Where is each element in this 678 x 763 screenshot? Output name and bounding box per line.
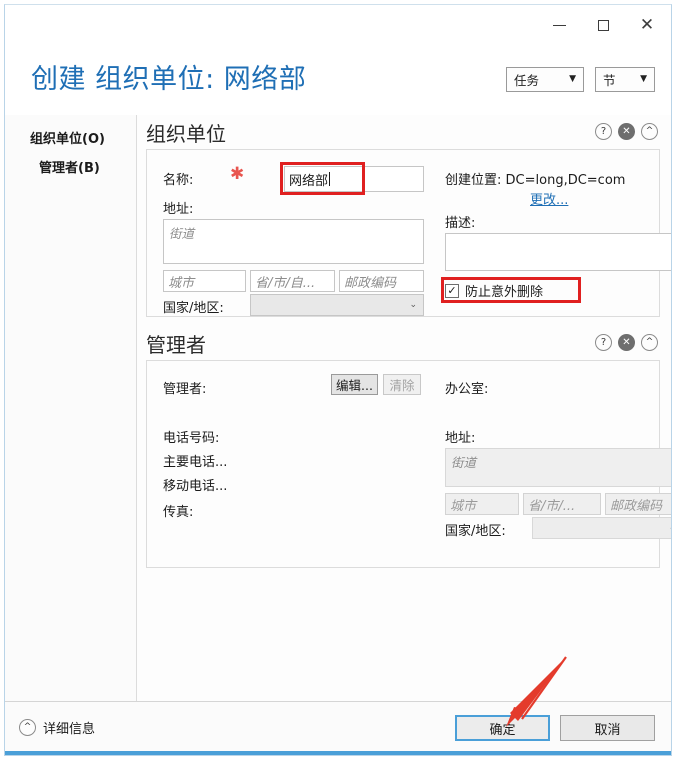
street-placeholder: 街道	[169, 226, 195, 241]
collapse-details-icon: ^	[19, 719, 36, 736]
sections-label: 节	[603, 73, 616, 88]
manager-country-select: ⌄	[532, 517, 671, 539]
manager-zip-placeholder: 邮政编码	[610, 498, 663, 514]
address-label: 地址:	[163, 202, 194, 217]
protect-deletion-checkbox[interactable]: ✓ 防止意外删除	[445, 281, 543, 300]
section-icons: ? ✕ ^	[595, 123, 658, 140]
manager-address-label: 地址:	[445, 431, 476, 446]
name-label: 名称:	[163, 173, 194, 188]
collapse-section-icon[interactable]: ^	[641, 123, 658, 140]
country-label: 国家/地区:	[163, 301, 224, 316]
page-title: 创建 组织单位: 网络部	[31, 64, 307, 95]
collapse-section-icon[interactable]: ^	[641, 334, 658, 351]
close-section-icon[interactable]: ✕	[618, 334, 635, 351]
create-in-row: 创建位置: DC=long,DC=com	[445, 169, 625, 188]
section-title: 组织单位	[146, 121, 226, 146]
dialog-footer: ^ 详细信息 确定 取消	[5, 701, 671, 755]
text-cursor	[329, 172, 331, 186]
section-icons: ? ✕ ^	[595, 334, 658, 351]
help-icon[interactable]: ?	[595, 334, 612, 351]
office-label: 办公室:	[445, 382, 489, 397]
state-placeholder: 省/市/自...	[255, 275, 316, 291]
nav-sidebar: 组织单位(O) 管理者(B)	[5, 115, 137, 702]
ok-button[interactable]: 确定	[455, 715, 550, 741]
section-organizational-unit: 组织单位 ? ✕ ^ 名称: ✱ 网络部 地址: 街道 城市 省/市/自... …	[137, 115, 671, 317]
minimize-icon[interactable]	[537, 5, 581, 45]
title-bar: ✕	[5, 5, 671, 47]
name-input-value: 网络部	[289, 173, 329, 189]
footer-buttons: 确定 取消	[455, 715, 655, 741]
section-title: 管理者	[146, 332, 206, 357]
accent-strip	[5, 751, 671, 755]
ok-label: 确定	[489, 722, 516, 738]
manager-state-placeholder: 省/市/...	[528, 498, 576, 514]
phone-label: 电话号码:	[163, 431, 220, 446]
clear-manager-label: 清除	[389, 378, 415, 393]
manager-city-input: 城市	[445, 493, 519, 515]
create-in-label: 创建位置:	[445, 173, 502, 188]
sections-dropdown-button[interactable]: 节 ▼	[595, 67, 655, 92]
edit-manager-button[interactable]: 编辑...	[331, 374, 378, 395]
chevron-down-icon: ▼	[569, 74, 576, 84]
help-icon[interactable]: ?	[595, 123, 612, 140]
create-in-value: DC=long,DC=com	[505, 173, 626, 188]
state-input[interactable]: 省/市/自...	[250, 270, 335, 292]
header-buttons: 任务 ▼ 节 ▼	[506, 67, 655, 92]
manager-label: 管理者:	[163, 382, 207, 397]
details-toggle[interactable]: ^ 详细信息	[19, 718, 95, 737]
content-area: 组织单位 ? ✕ ^ 名称: ✱ 网络部 地址: 街道 城市 省/市/自... …	[137, 115, 671, 702]
fax-label: 传真:	[163, 505, 194, 520]
description-label: 描述:	[445, 216, 476, 231]
tasks-dropdown-button[interactable]: 任务 ▼	[506, 67, 584, 92]
sidebar-item-managed-by[interactable]: 管理者(B)	[5, 152, 136, 181]
required-marker: ✱	[230, 164, 245, 184]
sidebar-item-label: 管理者(B)	[39, 161, 100, 176]
edit-manager-label: 编辑...	[336, 378, 373, 393]
zip-placeholder: 邮政编码	[344, 275, 397, 291]
manager-street-input: 街道	[445, 448, 671, 487]
cancel-label: 取消	[594, 722, 621, 738]
section-header: 管理者 ? ✕ ^	[137, 326, 671, 360]
zip-input[interactable]: 邮政编码	[339, 270, 424, 292]
manager-zip-input: 邮政编码	[605, 493, 671, 515]
tasks-label: 任务	[514, 73, 540, 88]
ou-panel: 名称: ✱ 网络部 地址: 街道 城市 省/市/自... 邮政编码 国家/地区:…	[146, 149, 671, 317]
maximize-icon[interactable]	[581, 5, 625, 45]
managed-by-panel: 管理者: 编辑... 清除 办公室: 电话号码: 主要电话... 移动电话...…	[146, 360, 671, 568]
sidebar-item-organizational-unit[interactable]: 组织单位(O)	[5, 123, 136, 152]
section-header: 组织单位 ? ✕ ^	[137, 115, 671, 149]
close-glyph: ✕	[639, 14, 655, 35]
main-phone-label: 主要电话...	[163, 455, 228, 470]
chevron-down-icon: ⌄	[668, 523, 671, 533]
country-select[interactable]: ⌄	[250, 294, 424, 316]
sidebar-item-label: 组织单位(O)	[30, 132, 105, 147]
manager-street-placeholder: 街道	[451, 455, 477, 470]
clear-manager-button: 清除	[383, 374, 421, 395]
create-ou-dialog: ✕ 创建 组织单位: 网络部 任务 ▼ 节 ▼ 组织单位(O) 管理者(B) 组…	[4, 4, 672, 756]
close-icon[interactable]: ✕	[625, 5, 669, 45]
cancel-button[interactable]: 取消	[560, 715, 655, 741]
protect-deletion-label: 防止意外删除	[465, 285, 544, 300]
manager-country-label: 国家/地区:	[445, 524, 506, 539]
name-input[interactable]: 网络部	[284, 166, 424, 192]
chevron-down-icon: ⌄	[409, 300, 417, 310]
checkbox-box: ✓	[445, 283, 459, 298]
dialog-header: 创建 组织单位: 网络部 任务 ▼ 节 ▼	[5, 47, 671, 116]
check-icon: ✓	[447, 284, 457, 297]
close-section-icon[interactable]: ✕	[618, 123, 635, 140]
description-input[interactable]	[445, 233, 671, 271]
chevron-down-icon: ▼	[640, 74, 647, 84]
details-label: 详细信息	[43, 722, 96, 737]
mobile-phone-label: 移动电话...	[163, 479, 228, 494]
section-managed-by: 管理者 ? ✕ ^ 管理者: 编辑... 清除 办公室: 电话号码: 主要电话.…	[137, 326, 671, 568]
change-location-link[interactable]: 更改...	[530, 189, 568, 208]
manager-city-placeholder: 城市	[450, 498, 477, 514]
city-input[interactable]: 城市	[163, 270, 246, 292]
manager-state-input: 省/市/...	[523, 493, 601, 515]
street-input[interactable]: 街道	[163, 219, 424, 264]
window-controls: ✕	[537, 5, 669, 45]
city-placeholder: 城市	[168, 275, 195, 291]
